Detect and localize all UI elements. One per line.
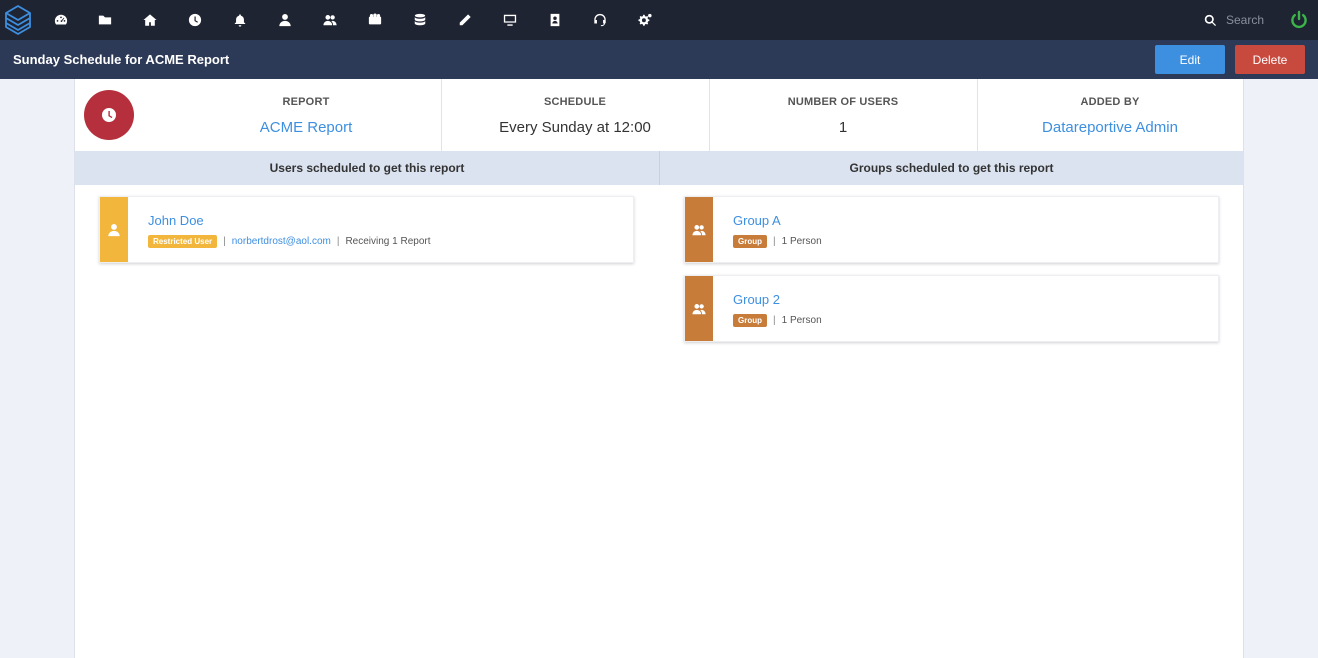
group-meta: Group | 1 Person bbox=[733, 235, 822, 248]
delete-button[interactable]: Delete bbox=[1235, 45, 1305, 74]
groups-section-heading: Groups scheduled to get this report bbox=[660, 151, 1243, 185]
dashboard-icon[interactable] bbox=[53, 12, 69, 28]
report-link[interactable]: ACME Report bbox=[171, 119, 441, 136]
users-icon bbox=[692, 224, 706, 235]
users-icon[interactable] bbox=[322, 12, 338, 28]
cogs-icon[interactable] bbox=[637, 12, 653, 28]
user-card-strip bbox=[100, 197, 128, 262]
group-meta: Group | 1 Person bbox=[733, 314, 822, 327]
schedule-value: Every Sunday at 12:00 bbox=[499, 119, 651, 136]
user-email-link[interactable]: norbertdrost@aol.com bbox=[232, 236, 331, 247]
top-navbar bbox=[0, 0, 1318, 40]
group-card-strip bbox=[685, 276, 713, 341]
schedule-clock-badge bbox=[84, 90, 134, 140]
group-card[interactable]: Group A Group | 1 Person bbox=[684, 196, 1219, 263]
report-stat: REPORT ACME Report bbox=[171, 79, 441, 151]
database-icon[interactable] bbox=[412, 12, 428, 28]
group-name-link[interactable]: Group 2 bbox=[733, 292, 780, 307]
power-icon[interactable] bbox=[1289, 10, 1309, 30]
user-name-link[interactable]: John Doe bbox=[148, 213, 204, 228]
user-icon bbox=[108, 223, 120, 236]
group-card[interactable]: Group 2 Group | 1 Person bbox=[684, 275, 1219, 342]
role-badge: Restricted User bbox=[148, 235, 218, 248]
separator: | bbox=[336, 236, 340, 247]
schedule-label: SCHEDULE bbox=[543, 96, 607, 108]
group-name-link[interactable]: Group A bbox=[733, 213, 781, 228]
pencil-icon[interactable] bbox=[457, 12, 473, 28]
folder-icon[interactable] bbox=[97, 12, 113, 28]
separator: | bbox=[773, 236, 776, 247]
users-count-label: NUMBER OF USERS bbox=[787, 96, 899, 108]
user-report-count: Receiving 1 Report bbox=[345, 236, 431, 247]
added-by-stat: ADDED BY Datareportive Admin bbox=[977, 79, 1243, 151]
users-section-heading: Users scheduled to get this report bbox=[75, 151, 659, 185]
team-icon[interactable] bbox=[367, 12, 383, 28]
separator: | bbox=[223, 236, 226, 247]
headset-icon[interactable] bbox=[592, 12, 608, 28]
bell-icon[interactable] bbox=[232, 12, 248, 28]
app-logo-icon[interactable] bbox=[4, 4, 32, 36]
page-header: Sunday Schedule for ACME Report Edit Del… bbox=[0, 40, 1318, 79]
group-badge: Group bbox=[733, 314, 767, 327]
group-badge: Group bbox=[733, 235, 767, 248]
added-by-link[interactable]: Datareportive Admin bbox=[977, 119, 1243, 136]
main-content: REPORT ACME Report SCHEDULE Every Sunday… bbox=[74, 79, 1244, 658]
search-box[interactable] bbox=[1204, 11, 1296, 29]
group-card-strip bbox=[685, 197, 713, 262]
address-book-icon[interactable] bbox=[547, 12, 563, 28]
edit-button[interactable]: Edit bbox=[1155, 45, 1225, 74]
monitor-icon[interactable] bbox=[502, 12, 518, 28]
user-icon[interactable] bbox=[277, 12, 293, 28]
search-input[interactable] bbox=[1226, 13, 1296, 27]
group-member-count: 1 Person bbox=[781, 315, 822, 326]
user-meta: Restricted User | norbertdrost@aol.com |… bbox=[148, 235, 431, 248]
users-icon bbox=[692, 303, 706, 314]
search-icon[interactable] bbox=[1204, 14, 1217, 27]
home-icon[interactable] bbox=[142, 12, 158, 28]
page-title: Sunday Schedule for ACME Report bbox=[13, 52, 230, 67]
users-count-stat: NUMBER OF USERS 1 bbox=[709, 79, 977, 151]
clock-icon[interactable] bbox=[187, 12, 203, 28]
schedule-summary: REPORT ACME Report SCHEDULE Every Sunday… bbox=[75, 79, 1243, 151]
users-count-value: 1 bbox=[838, 119, 848, 136]
added-by-label: ADDED BY bbox=[1080, 96, 1140, 108]
user-card[interactable]: John Doe Restricted User | norbertdrost@… bbox=[99, 196, 634, 263]
schedule-stat: SCHEDULE Every Sunday at 12:00 bbox=[441, 79, 709, 151]
separator: | bbox=[773, 315, 776, 326]
report-label: REPORT bbox=[282, 96, 330, 108]
clock-icon bbox=[102, 108, 116, 122]
group-member-count: 1 Person bbox=[781, 236, 822, 247]
